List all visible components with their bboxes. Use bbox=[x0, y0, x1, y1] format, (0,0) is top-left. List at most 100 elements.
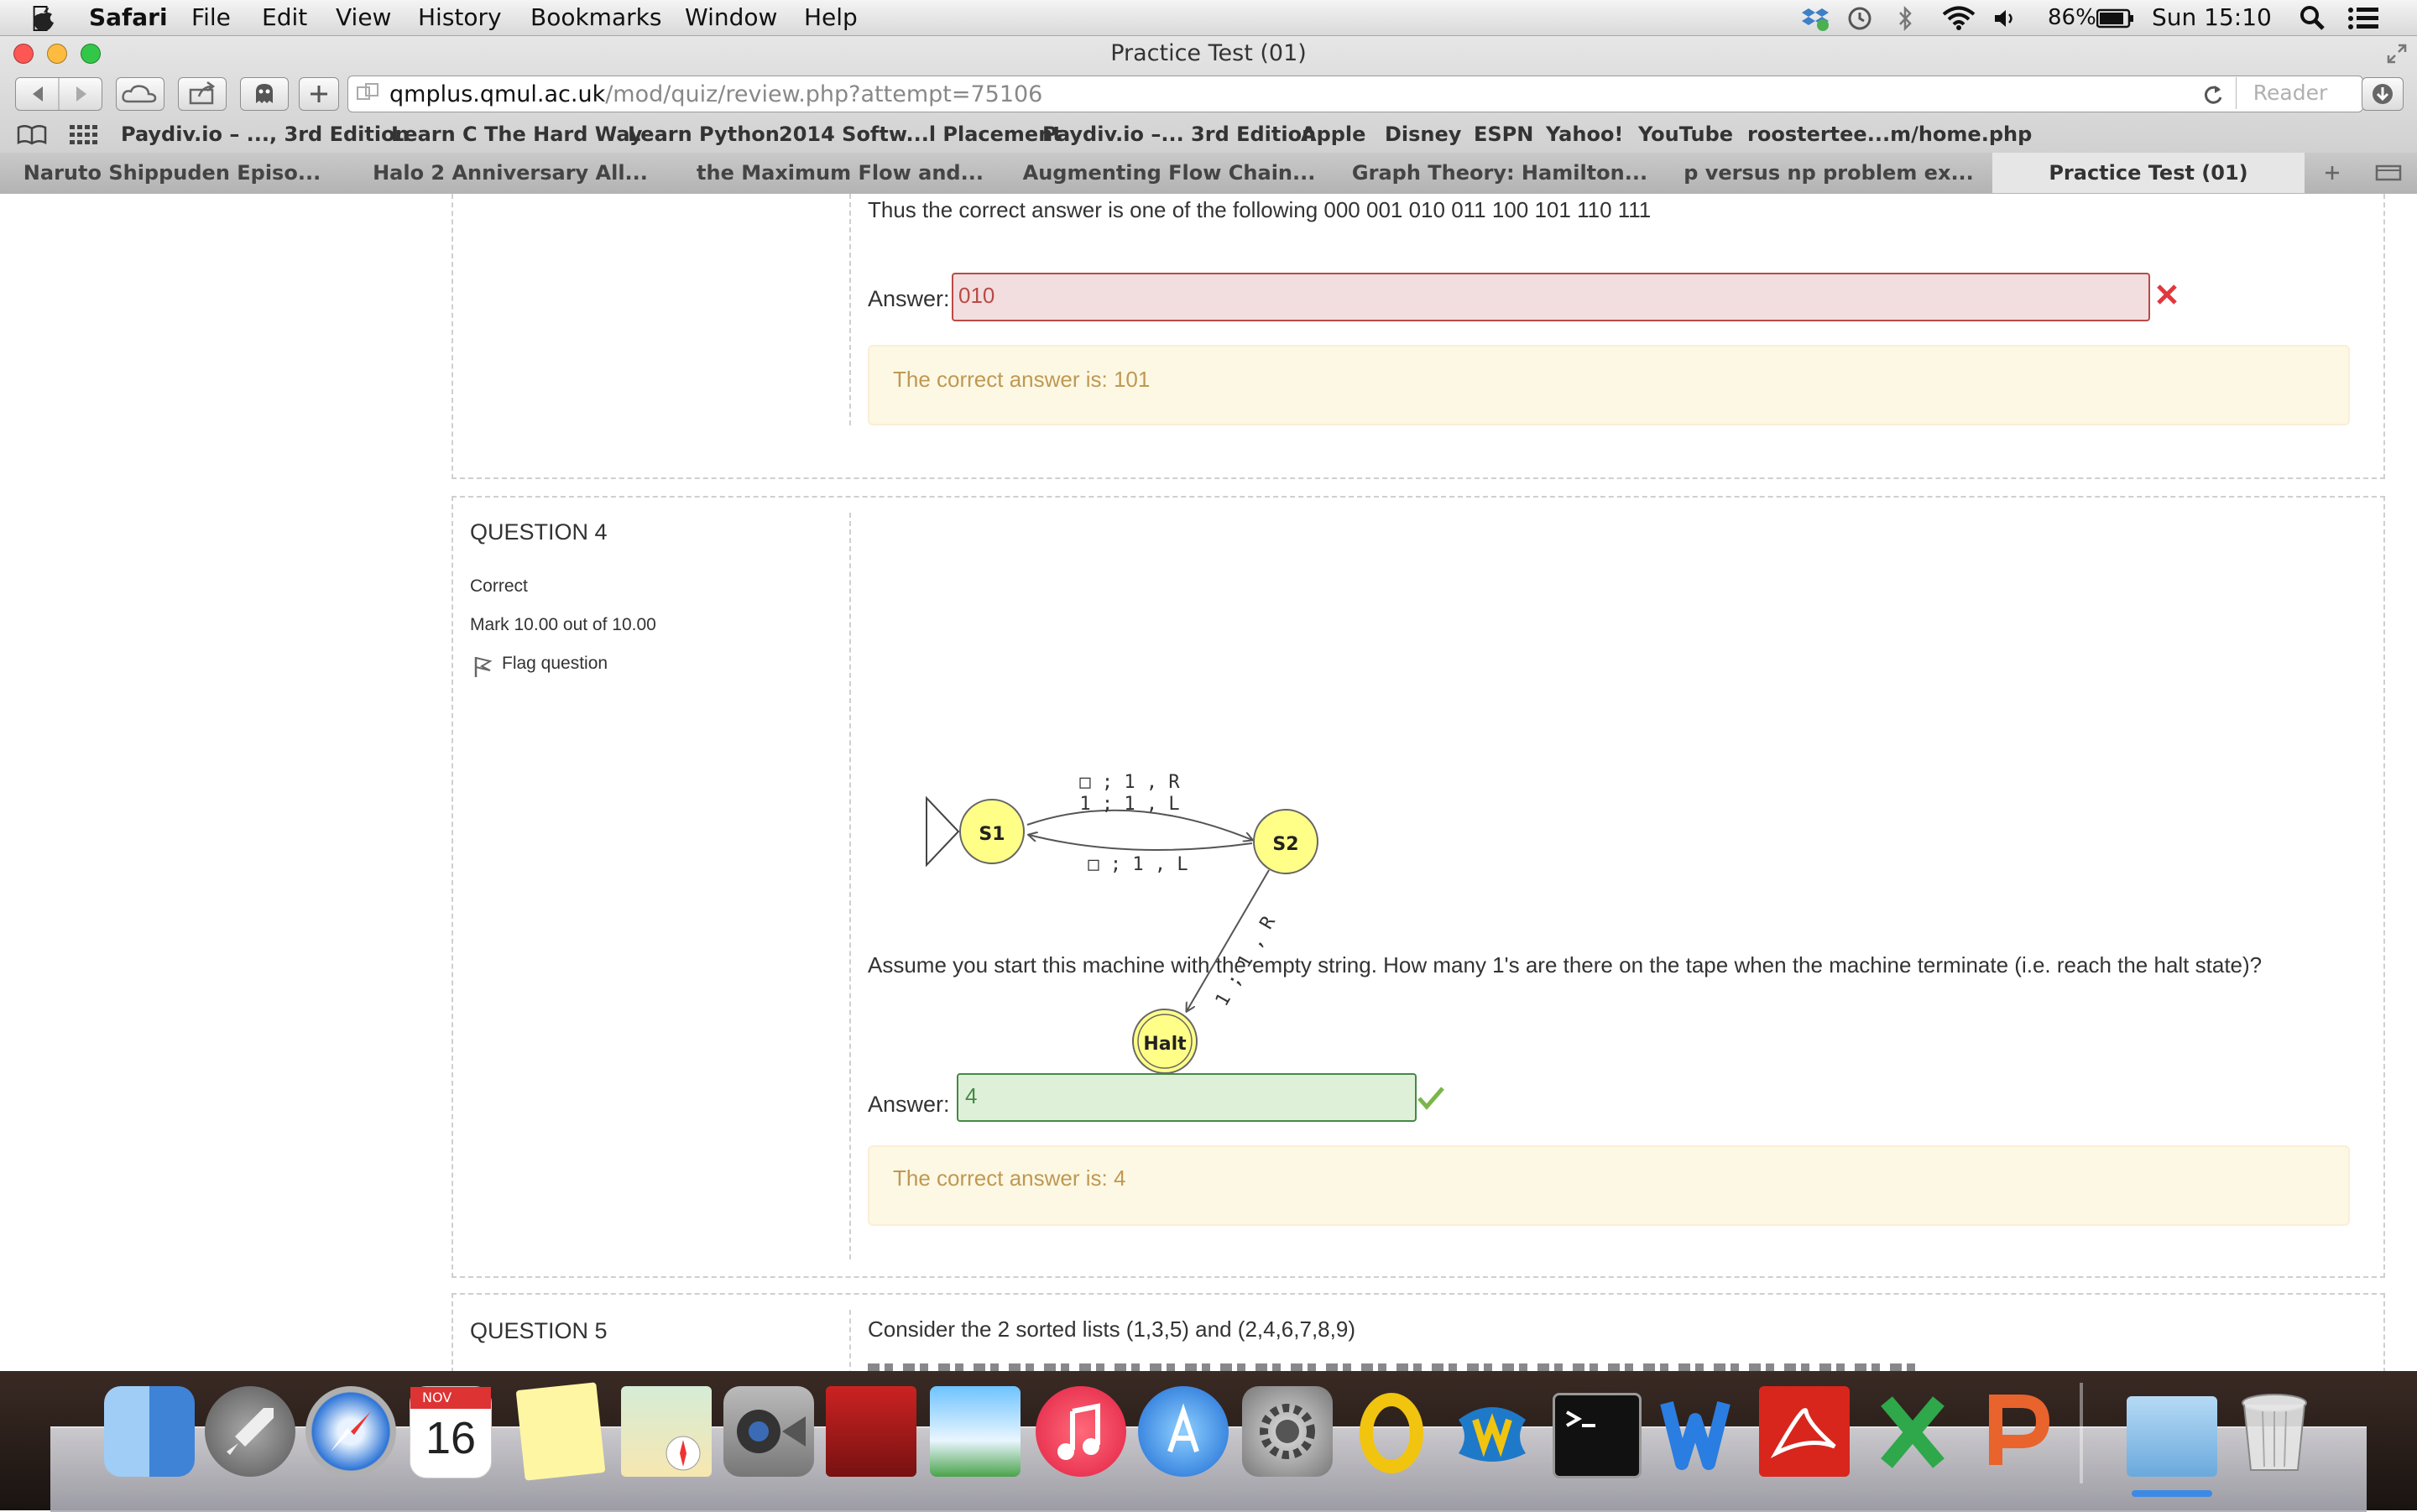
bookmark-item[interactable]: Learn Python bbox=[628, 123, 780, 146]
openoffice-icon[interactable] bbox=[1346, 1386, 1437, 1477]
stickies-icon[interactable] bbox=[515, 1382, 606, 1481]
url-text[interactable]: qmplus.qmul.ac.uk/mod/quiz/review.php?at… bbox=[389, 81, 1042, 107]
facetime-icon[interactable] bbox=[723, 1386, 814, 1477]
edge-s2-s1 bbox=[1029, 835, 1253, 851]
trash-icon[interactable] bbox=[2229, 1386, 2320, 1477]
tab[interactable]: p versus np problem ex... bbox=[1665, 153, 1993, 193]
tab-active[interactable]: Practice Test (01) bbox=[1992, 153, 2305, 193]
reload-icon[interactable] bbox=[2200, 82, 2226, 107]
menu-history[interactable]: History bbox=[418, 3, 502, 31]
terminal-icon[interactable] bbox=[1553, 1393, 1642, 1478]
iphoto-icon[interactable] bbox=[930, 1386, 1021, 1477]
dock-separator bbox=[2080, 1383, 2083, 1483]
bookmark-item[interactable]: Apple bbox=[1301, 123, 1365, 146]
battery-icon[interactable] bbox=[2096, 8, 2135, 29]
download-icon bbox=[2373, 84, 2393, 104]
new-tab-button[interactable] bbox=[299, 77, 339, 111]
word-w-icon bbox=[1660, 1401, 1731, 1470]
itunes-icon[interactable] bbox=[1036, 1386, 1126, 1477]
q4-status: Correct bbox=[470, 576, 528, 596]
ghost-icon bbox=[256, 84, 273, 103]
volume-icon[interactable] bbox=[1992, 7, 2019, 30]
tab-overview-button[interactable] bbox=[2360, 153, 2417, 193]
cloud-icon bbox=[122, 85, 157, 103]
back-forward-icon[interactable] bbox=[16, 78, 102, 110]
back-forward-buttons[interactable] bbox=[15, 77, 102, 111]
fullscreen-icon[interactable] bbox=[2385, 42, 2409, 65]
add-tab-button[interactable] bbox=[2305, 153, 2361, 193]
spotlight-search-icon[interactable] bbox=[2298, 3, 2326, 32]
system-preferences-icon[interactable] bbox=[1242, 1386, 1333, 1477]
bookmark-item[interactable]: 2014 Softw...l Placement bbox=[779, 123, 1062, 146]
flag-icon[interactable] bbox=[472, 654, 493, 679]
music-note-icon bbox=[1057, 1403, 1100, 1460]
tab[interactable]: Augmenting Flow Chain... bbox=[1004, 153, 1335, 193]
menu-window[interactable]: Window bbox=[685, 3, 777, 31]
bookmark-item[interactable]: roostertee...m/home.php bbox=[1747, 123, 2032, 146]
plus-icon bbox=[311, 86, 327, 102]
top-sites-icon[interactable] bbox=[69, 124, 97, 146]
q3-answer-field[interactable] bbox=[952, 273, 2150, 321]
flag-question-link[interactable]: Flag question bbox=[502, 654, 608, 674]
powerpoint-icon[interactable] bbox=[1971, 1386, 2061, 1477]
terminal-prompt-icon bbox=[1566, 1410, 1595, 1427]
downloads-button[interactable] bbox=[2362, 77, 2404, 111]
edge-s1-s2 bbox=[1026, 809, 1252, 840]
apple-logo-icon[interactable] bbox=[30, 5, 57, 32]
notification-center-icon[interactable] bbox=[2347, 5, 2380, 32]
tab[interactable]: Naruto Shippuden Episo... bbox=[0, 153, 345, 193]
maps-icon[interactable] bbox=[621, 1386, 712, 1477]
question-5-box bbox=[452, 1293, 2385, 1371]
calendar-icon[interactable]: NOV 16 bbox=[410, 1386, 492, 1478]
bookmark-item[interactable]: ESPN bbox=[1474, 123, 1533, 146]
app-store-icon[interactable] bbox=[1138, 1386, 1229, 1477]
question-divider bbox=[849, 513, 851, 1259]
menu-file[interactable]: File bbox=[191, 3, 231, 31]
battery-percent[interactable]: 86% bbox=[2048, 5, 2096, 30]
word-icon[interactable] bbox=[1658, 1386, 1749, 1477]
share-button[interactable] bbox=[178, 77, 227, 111]
reading-list-icon[interactable] bbox=[15, 123, 49, 146]
q4-mark: Mark 10.00 out of 10.00 bbox=[470, 615, 656, 634]
finder-icon[interactable] bbox=[104, 1386, 195, 1477]
app-menu-safari[interactable]: Safari bbox=[89, 3, 168, 31]
tab[interactable]: Graph Theory: Hamilton... bbox=[1334, 153, 1666, 193]
site-icon bbox=[357, 83, 378, 100]
acrobat-icon[interactable] bbox=[1759, 1386, 1850, 1477]
excel-icon[interactable] bbox=[1868, 1386, 1959, 1477]
menu-edit[interactable]: Edit bbox=[262, 3, 307, 31]
window-title: Practice Test (01) bbox=[1110, 40, 1307, 66]
folder-icon[interactable] bbox=[2127, 1396, 2217, 1477]
reader-button[interactable]: Reader bbox=[2236, 77, 2344, 109]
tab[interactable]: Halo 2 Anniversary All... bbox=[344, 153, 677, 193]
time-machine-icon[interactable] bbox=[1846, 5, 1873, 32]
menu-view[interactable]: View bbox=[336, 3, 391, 31]
question-divider bbox=[849, 194, 851, 425]
menu-bookmarks[interactable]: Bookmarks bbox=[530, 3, 661, 31]
photo-booth-icon[interactable] bbox=[826, 1386, 916, 1477]
wifi-icon[interactable] bbox=[1942, 5, 1976, 30]
menu-help[interactable]: Help bbox=[804, 3, 858, 31]
start-arrow bbox=[926, 795, 960, 868]
url-host: qmplus.qmul.ac.uk bbox=[389, 81, 606, 107]
q4-question-text: Assume you start this machine with the e… bbox=[868, 952, 2263, 978]
bookmark-item[interactable]: Yahoo! bbox=[1546, 123, 1623, 146]
ghostery-button[interactable] bbox=[240, 77, 289, 111]
bookmark-item[interactable]: YouTube bbox=[1638, 123, 1733, 146]
bookmark-item[interactable]: Paydiv.io –... 3rd Edition bbox=[1042, 123, 1316, 146]
dropbox-icon[interactable] bbox=[1801, 5, 1830, 32]
question-3-box bbox=[452, 194, 2385, 479]
clock[interactable]: Sun 15:10 bbox=[2152, 3, 2272, 31]
q4-answer-field[interactable] bbox=[957, 1073, 1417, 1122]
safari-icon[interactable] bbox=[305, 1386, 396, 1477]
calendar-month: NOV bbox=[410, 1387, 491, 1409]
launchpad-icon[interactable] bbox=[205, 1386, 295, 1477]
bookmark-item[interactable]: Paydiv.io – ..., 3rd Edition bbox=[121, 123, 410, 146]
bookmark-item[interactable]: Learn C The Hard Way bbox=[391, 123, 642, 146]
bluetooth-icon[interactable] bbox=[1897, 5, 1913, 32]
bookmark-item[interactable]: Disney bbox=[1385, 123, 1461, 146]
tab[interactable]: the Maximum Flow and... bbox=[676, 153, 1005, 193]
dock-active-indicator bbox=[2132, 1490, 2212, 1497]
icloud-tabs-button[interactable] bbox=[116, 77, 164, 111]
fetch-icon[interactable] bbox=[1447, 1386, 1537, 1477]
